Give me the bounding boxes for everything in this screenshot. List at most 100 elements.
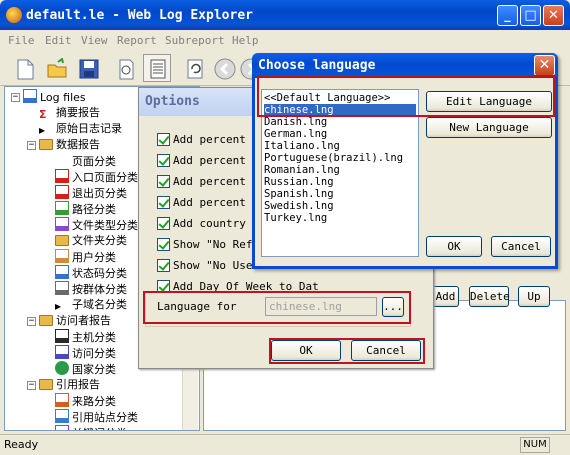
up-button[interactable]: Up xyxy=(518,286,550,307)
checkbox-check-icon[interactable] xyxy=(157,175,170,188)
language-list-item[interactable]: German.lng xyxy=(264,128,416,140)
checkbox-check-icon[interactable] xyxy=(157,238,170,251)
main-titlebar: default.le - Web Log Explorer _ □ ✕ xyxy=(0,0,570,30)
tree-item[interactable]: 文件类型分类 xyxy=(55,217,138,233)
tree-item[interactable]: 来路分类 xyxy=(55,393,116,409)
tree-item[interactable]: 国家分类 xyxy=(55,361,116,377)
tree-item-label: 来路分类 xyxy=(72,395,116,408)
report-icon xyxy=(150,59,166,79)
option-label: Add country t xyxy=(173,217,260,230)
arrow-right-icon: ▸ xyxy=(39,123,46,137)
page-icon xyxy=(55,153,69,167)
tree-item-label: Log files xyxy=(40,91,86,104)
checkbox-check-icon[interactable] xyxy=(157,217,170,230)
language-list-item[interactable]: Turkey.lng xyxy=(264,212,416,224)
checkbox-check-icon[interactable] xyxy=(157,154,170,167)
group-icon xyxy=(55,281,69,295)
properties-button[interactable] xyxy=(111,54,139,82)
host-icon xyxy=(55,329,69,343)
menu-edit[interactable]: Edit xyxy=(45,34,72,47)
tree-item[interactable]: 引用站点分类 xyxy=(55,409,138,425)
language-list-item[interactable]: Portuguese(brazil).lng xyxy=(264,152,416,164)
menu-subreport[interactable]: Subreport xyxy=(165,34,225,47)
window-title: default.le - Web Log Explorer xyxy=(26,8,253,23)
tree-item[interactable]: 按群体分类 xyxy=(55,281,127,297)
tree-item-label: 文件类型分类 xyxy=(72,219,138,232)
sigma-icon: Σ xyxy=(39,108,47,121)
tree-item-label: 退出页分类 xyxy=(72,187,127,200)
language-list-item[interactable]: Russian.lng xyxy=(264,176,416,188)
tree-item-label: 入口页面分类 xyxy=(72,171,138,184)
exit-page-icon xyxy=(55,185,69,199)
tree-item[interactable]: ▸ 原始日志记录 xyxy=(39,121,122,137)
delete-button[interactable]: Delete xyxy=(469,286,510,307)
tree-item-label: 摘要报告 xyxy=(56,106,100,119)
back-button[interactable] xyxy=(210,54,238,82)
tree-item[interactable]: 文件夹分类 xyxy=(55,233,127,249)
status-text: Ready xyxy=(4,438,39,451)
path-icon xyxy=(55,201,69,215)
entry-page-icon xyxy=(55,169,69,183)
tree-item[interactable]: 路径分类 xyxy=(55,201,116,217)
save-icon xyxy=(79,59,99,79)
user-icon xyxy=(55,249,69,263)
choose-language-close-button[interactable]: ✕ xyxy=(534,55,555,76)
save-button[interactable] xyxy=(74,54,102,82)
menu-file[interactable]: File xyxy=(8,34,35,47)
tree-item-label: 按群体分类 xyxy=(72,283,127,296)
collapse-toggle-icon[interactable]: − xyxy=(27,381,36,390)
option-label: Add percent t xyxy=(173,133,260,146)
report-view-button[interactable] xyxy=(143,54,171,82)
choose-cancel-button[interactable]: Cancel xyxy=(491,236,551,257)
tree-item[interactable]: 页面分类 xyxy=(55,153,116,169)
tree-item[interactable]: 状态码分类 xyxy=(55,265,127,281)
menu-report[interactable]: Report xyxy=(117,34,157,47)
tree-item[interactable]: 数据报告 xyxy=(39,137,100,153)
new-language-button[interactable]: New Language xyxy=(426,117,552,138)
tree-item[interactable]: 关键词分类 xyxy=(55,425,127,430)
collapse-toggle-icon[interactable]: − xyxy=(11,93,20,102)
checkbox-check-icon[interactable] xyxy=(157,259,170,272)
tree-item[interactable]: 主机分类 xyxy=(55,329,116,345)
tree-item[interactable]: 访问者报告 xyxy=(39,313,111,329)
language-list-item[interactable]: Italiano.lng xyxy=(264,140,416,152)
globe-icon xyxy=(55,361,69,375)
tree-item[interactable]: 用户分类 xyxy=(55,249,116,265)
tree-item-label: 关键词分类 xyxy=(72,427,127,430)
checkbox-check-icon[interactable] xyxy=(157,133,170,146)
tree-item[interactable]: Log files xyxy=(23,89,86,105)
folder-icon xyxy=(39,315,53,326)
tree-item[interactable]: Σ 摘要报告 xyxy=(39,105,100,121)
minimize-button[interactable]: _ xyxy=(497,5,518,26)
choose-language-dialog: Choose language ✕ <<Default Language>> ch… xyxy=(252,53,558,269)
new-file-button[interactable] xyxy=(10,54,38,82)
tree-item[interactable]: 退出页分类 xyxy=(55,185,127,201)
tree-item-label: 页面分类 xyxy=(72,155,116,168)
open-button[interactable] xyxy=(42,54,70,82)
close-button[interactable]: ✕ xyxy=(543,5,564,26)
language-list-item[interactable]: Swedish.lng xyxy=(264,200,416,212)
language-list-item[interactable]: Romanian.lng xyxy=(264,164,416,176)
language-list-item[interactable]: Danish.lng xyxy=(264,116,416,128)
checkbox-check-icon[interactable] xyxy=(157,196,170,209)
choose-language-title: Choose language xyxy=(258,58,376,73)
tree-item-label: 原始日志记录 xyxy=(56,122,122,135)
referrer-icon xyxy=(55,393,69,407)
tree-item[interactable]: 入口页面分类 xyxy=(55,169,138,185)
num-lock-indicator: NUM xyxy=(520,437,550,453)
menu-view[interactable]: View xyxy=(81,34,108,47)
collapse-toggle-icon[interactable]: − xyxy=(27,141,36,150)
maximize-button[interactable]: □ xyxy=(520,5,541,26)
ok-cancel-highlight xyxy=(269,338,425,364)
add-button[interactable]: Add xyxy=(432,286,459,307)
tree-item[interactable]: 访问分类 xyxy=(55,345,116,361)
tree-item[interactable]: 引用报告 xyxy=(39,377,100,393)
tree-item[interactable]: ▸ 子域名分类 xyxy=(55,297,127,313)
collapse-toggle-icon[interactable]: − xyxy=(27,317,36,326)
choose-ok-button[interactable]: OK xyxy=(426,236,482,257)
tree-item-label: 文件夹分类 xyxy=(72,234,127,247)
language-list-item[interactable]: Spanish.lng xyxy=(264,188,416,200)
refresh-button[interactable] xyxy=(180,54,208,82)
menu-help[interactable]: Help xyxy=(232,34,259,47)
tree-item-label: 状态码分类 xyxy=(72,267,127,280)
